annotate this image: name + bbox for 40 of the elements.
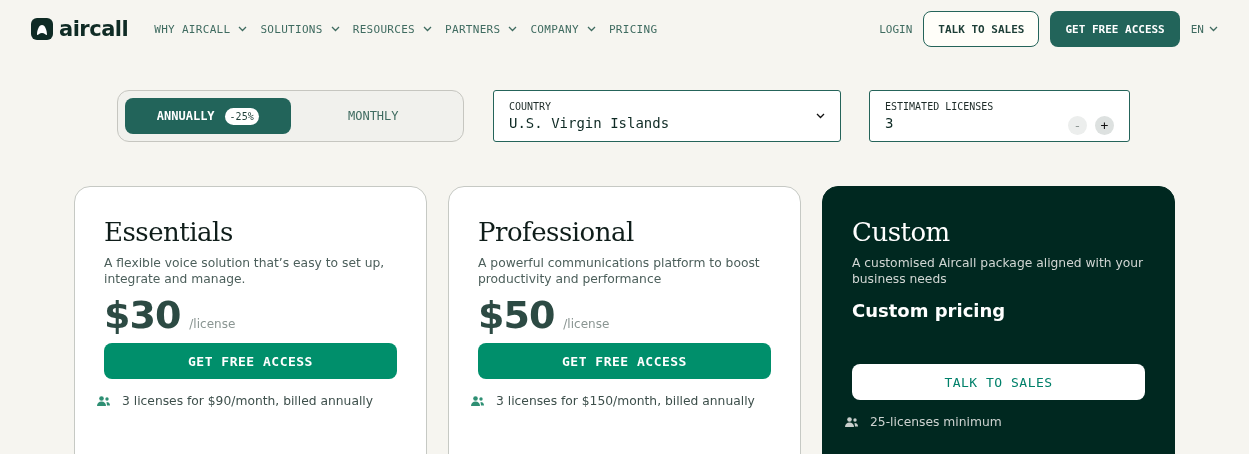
talk-to-sales-button[interactable]: TALK TO SALES	[923, 11, 1040, 47]
license-note: 3 licenses for $150/month, billed annually	[496, 394, 755, 408]
price-unit: /license	[563, 317, 610, 331]
login-link[interactable]: LOGIN	[879, 22, 913, 36]
plan-name: Professional	[478, 217, 635, 247]
people-icon	[97, 396, 110, 406]
people-icon	[471, 396, 484, 406]
license-note: 25-licenses minimum	[870, 415, 1002, 429]
plan-description: A powerful communications platform to boost productivity and performance	[478, 255, 761, 287]
country-select[interactable]: COUNTRY U.S. Virgin Islands	[493, 90, 841, 142]
increment-button[interactable]: +	[1095, 115, 1114, 135]
licenses-field[interactable]: ESTIMATED LICENSES 3 - +	[869, 90, 1130, 142]
logo-icon[interactable]	[31, 18, 53, 40]
talk-to-sales-button[interactable]: TALK TO SALES	[852, 364, 1145, 400]
chevron-down-icon	[816, 113, 825, 119]
plan-name: Custom	[852, 217, 951, 247]
logo-text[interactable]: aircall	[59, 17, 129, 41]
price-unit: /license	[189, 317, 236, 331]
plan-description: A customised Aircall package aligned with your business needs	[852, 255, 1145, 287]
billing-option[interactable]: ANNUALLY -25%	[125, 98, 291, 134]
people-icon	[845, 417, 858, 427]
get-free-access-button[interactable]: GET FREE ACCESS	[478, 343, 771, 379]
plan-description: A flexible voice solution that’s easy to set up, integrate and manage.	[104, 255, 386, 287]
plan-price: $30	[104, 293, 181, 337]
get-free-access-button[interactable]: GET FREE ACCESS	[104, 343, 397, 379]
billing-option[interactable]: MONTHLY	[290, 98, 456, 134]
plan-name: Essentials	[104, 217, 234, 247]
get-free-access-button[interactable]: GET FREE ACCESS	[1050, 11, 1180, 47]
chevron-down-icon	[1209, 26, 1218, 32]
plan-price: $50	[478, 293, 555, 337]
nav-menu-item[interactable]: SOLUTIONS	[260, 22, 340, 36]
nav-menu-item[interactable]: RESOURCES	[352, 22, 433, 36]
nav-menu-item[interactable]: COMPANY	[530, 22, 596, 36]
discount-badge: -25%	[224, 107, 259, 125]
license-note: 3 licenses for $90/month, billed annually	[122, 394, 374, 408]
language-selector[interactable]: EN	[1190, 22, 1218, 36]
nav-menu-item[interactable]: PARTNERS	[445, 22, 518, 36]
plan-price: Custom pricing	[852, 300, 1007, 321]
nav-menu-item[interactable]: WHY AIRCALL	[154, 22, 248, 36]
nav-menu-item[interactable]: PRICING	[608, 22, 658, 36]
